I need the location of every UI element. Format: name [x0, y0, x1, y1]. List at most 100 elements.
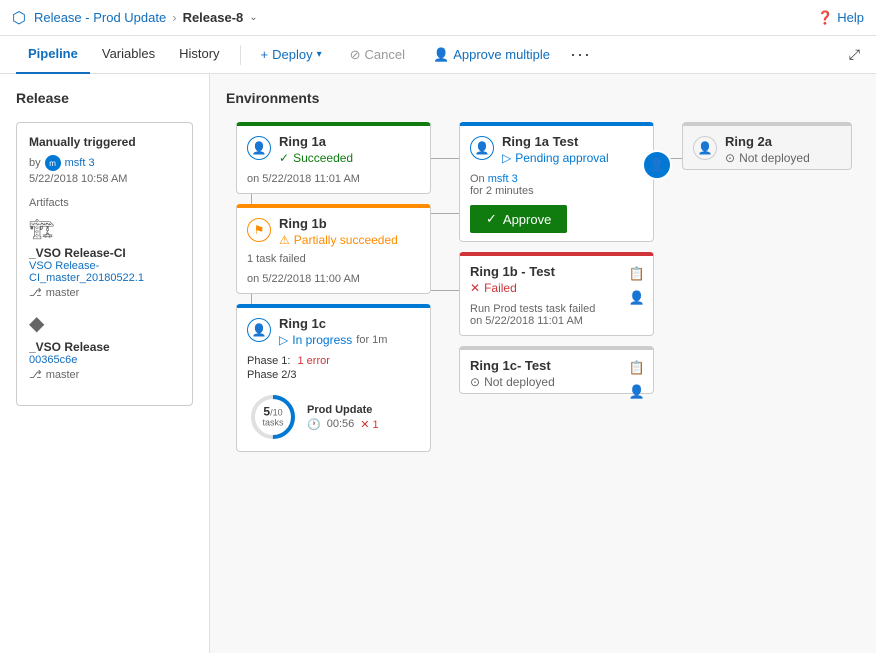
pipeline-area: Environments 👤 Ring 1a ✓: [210, 74, 876, 653]
ring2a-status: ⊙ Not deployed: [725, 151, 841, 165]
nav-actions: + Deploy ▾ ⊘ Cancel 👤 Approve multiple ·…: [253, 43, 591, 67]
breadcrumb: Release - Prod Update › Release-8 ⌄: [34, 10, 258, 25]
app-logo: ⬡: [12, 8, 26, 28]
avatar: m: [45, 155, 61, 171]
nav-tabs: Pipeline Variables History + Deploy ▾ ⊘ …: [0, 36, 876, 74]
artifact1-name: _VSO Release-CI: [29, 246, 180, 260]
artifact2-name: _VSO Release: [29, 340, 180, 354]
ring1a-test-name[interactable]: Ring 1a Test: [502, 134, 643, 149]
breadcrumb-release[interactable]: Release - Prod Update: [34, 10, 166, 25]
user-name[interactable]: msft 3: [65, 157, 95, 169]
ring1a-card: 👤 Ring 1a ✓ Succeeded on 5/22/2018 11:01…: [236, 122, 431, 194]
ring1b-extra: 1 task failed: [237, 251, 430, 269]
artifact2-branch: ⎇ master: [29, 368, 180, 381]
release-trigger: Manually triggered: [29, 135, 180, 149]
release-card: Manually triggered by m msft 3 5/22/2018…: [16, 122, 193, 406]
artifact1-link[interactable]: VSO Release-CI_master_20180522.1: [29, 260, 180, 284]
ring1c-name[interactable]: Ring 1c: [279, 316, 420, 331]
ring1c-person-icon: 👤: [247, 318, 271, 342]
ring2a-container: 👤 Ring 2a ⊙ Not deployed: [682, 122, 852, 170]
ring1a-container: 👤 Ring 1a ✓ Succeeded on 5/22/2018 11:01…: [236, 122, 431, 194]
ring1b-container: ⚑ Ring 1b ⚠ Partially succeeded 1 task f…: [236, 204, 431, 294]
help-button[interactable]: ❓ Help: [817, 10, 864, 26]
approve-multiple-button[interactable]: 👤 Approve multiple: [425, 43, 558, 67]
chevron-down-icon[interactable]: ⌄: [249, 12, 257, 23]
ring1c-container: 👤 Ring 1c ▷ In progress for 1m: [236, 304, 431, 452]
ring1c-status: ▷ In progress for 1m: [279, 333, 420, 347]
ring1c-meta: Prod Update 🕐 00:56 ✕ 1: [307, 404, 379, 431]
play-icon: ▷: [279, 333, 288, 347]
ring1c-test-name[interactable]: Ring 1c- Test: [470, 358, 643, 373]
artifacts-label: Artifacts: [29, 197, 180, 209]
ring1b-test-extra: Run Prod tests task failed on 5/22/2018 …: [460, 299, 653, 335]
sidebar-title: Release: [16, 90, 193, 106]
tab-pipeline[interactable]: Pipeline: [16, 36, 90, 74]
breadcrumb-release8[interactable]: Release-8: [183, 10, 244, 25]
ring1a-test-card: 👤 Ring 1a Test ▷ Pending approval On msf…: [459, 122, 654, 242]
ring1a-name[interactable]: Ring 1a: [279, 134, 420, 149]
ring1c-extra: Phase 1: 1 error Phase 2/3: [237, 351, 430, 391]
artifact1-branch: ⎇ master: [29, 286, 180, 299]
ring1c-test-action1-icon[interactable]: 📋: [627, 358, 647, 378]
ring2a-name[interactable]: Ring 2a: [725, 134, 841, 149]
cancel-icon: ⊘: [350, 47, 361, 63]
ring1c-card: 👤 Ring 1c ▷ In progress for 1m: [236, 304, 431, 452]
ring1c-test-action2-icon[interactable]: 👤: [627, 382, 647, 402]
artifact-2: ◆ _VSO Release 00365c6e ⎇ master: [29, 311, 180, 381]
ring1c-test-card: Ring 1c- Test ⊙ Not deployed 📋 👤: [459, 346, 654, 394]
deploy-plus-icon: +: [261, 47, 269, 62]
ring1b-test-name[interactable]: Ring 1b - Test: [470, 264, 643, 279]
ring2a-person-icon: 👤: [693, 136, 717, 160]
ring1b-name[interactable]: Ring 1b: [279, 216, 420, 231]
cancel-button[interactable]: ⊘ Cancel: [342, 43, 413, 67]
check-icon: ✓: [279, 151, 289, 165]
ring2a-card: 👤 Ring 2a ⊙ Not deployed: [682, 122, 852, 170]
ring1c-test-status: ⊙ Not deployed: [470, 375, 643, 389]
ring1b-test-actions: 📋 👤: [627, 264, 647, 308]
approve-button[interactable]: ✓ Approve: [470, 205, 567, 233]
ring1c-progress: 5/10 tasks Prod Update 🕐 00:56 ✕ 1: [237, 391, 430, 451]
ring1a-date: on 5/22/2018 11:01 AM: [237, 169, 430, 193]
ring1a-test-container: 👤 Ring 1a Test ▷ Pending approval On msf…: [459, 122, 654, 242]
deploy-chevron-icon: ▾: [317, 49, 322, 60]
breadcrumb-sep1: ›: [172, 10, 176, 25]
help-icon: ❓: [817, 10, 833, 26]
artifact1-icon: 🏗: [29, 217, 180, 242]
pending-play-icon: ▷: [502, 151, 511, 165]
expand-icon[interactable]: ⤢: [849, 46, 860, 63]
approve-multiple-icon: 👤: [433, 47, 449, 63]
ring1b-test-action1-icon[interactable]: 📋: [627, 264, 647, 284]
ring1a-test-person-icon: 👤: [470, 136, 494, 160]
ring1a-test-extra: On msft 3 for 2 minutes: [460, 169, 653, 201]
branch-icon-2: ⎇: [29, 368, 42, 381]
tab-variables[interactable]: Variables: [90, 36, 167, 74]
tab-history[interactable]: History: [167, 36, 231, 74]
ring1b-card: ⚑ Ring 1b ⚠ Partially succeeded 1 task f…: [236, 204, 431, 294]
ring1b-test-container: Ring 1b - Test ✕ Failed 📋 👤: [459, 252, 654, 336]
error-count: ✕ 1: [360, 418, 378, 431]
ring1a-status: ✓ Succeeded: [279, 151, 420, 165]
ring1b-test-action2-icon[interactable]: 👤: [627, 288, 647, 308]
ring1b-test-card: Ring 1b - Test ✕ Failed 📋 👤: [459, 252, 654, 336]
top-bar: ⬡ Release - Prod Update › Release-8 ⌄ ❓ …: [0, 0, 876, 36]
main-content: Release Manually triggered by m msft 3 5…: [0, 74, 876, 653]
ring1b-test-status: ✕ Failed: [470, 281, 643, 295]
warning-icon: ⚠: [279, 233, 290, 247]
more-options-button[interactable]: ···: [570, 44, 591, 65]
release-date: 5/22/2018 10:58 AM: [29, 173, 180, 185]
ring1b-status: ⚠ Partially succeeded: [279, 233, 420, 247]
ring1b-date: on 5/22/2018 11:00 AM: [237, 269, 430, 293]
approver-avatar: 👤: [642, 150, 672, 180]
release-by: by m msft 3: [29, 155, 180, 171]
ring1b-person-icon: ⚑: [247, 218, 271, 242]
ring1c-test-container: Ring 1c- Test ⊙ Not deployed 📋 👤: [459, 346, 654, 394]
branch-icon: ⎇: [29, 286, 42, 299]
notdeployed-icon: ⊙: [470, 375, 480, 389]
deploy-button[interactable]: + Deploy ▾: [253, 43, 330, 66]
ring1a-test-status: ▷ Pending approval: [502, 151, 643, 165]
artifact-1: 🏗 _VSO Release-CI VSO Release-CI_master_…: [29, 217, 180, 299]
sidebar: Release Manually triggered by m msft 3 5…: [0, 74, 210, 653]
approve-check-icon: ✓: [486, 211, 497, 227]
artifact2-link[interactable]: 00365c6e: [29, 354, 180, 366]
nav-divider: [240, 45, 241, 65]
